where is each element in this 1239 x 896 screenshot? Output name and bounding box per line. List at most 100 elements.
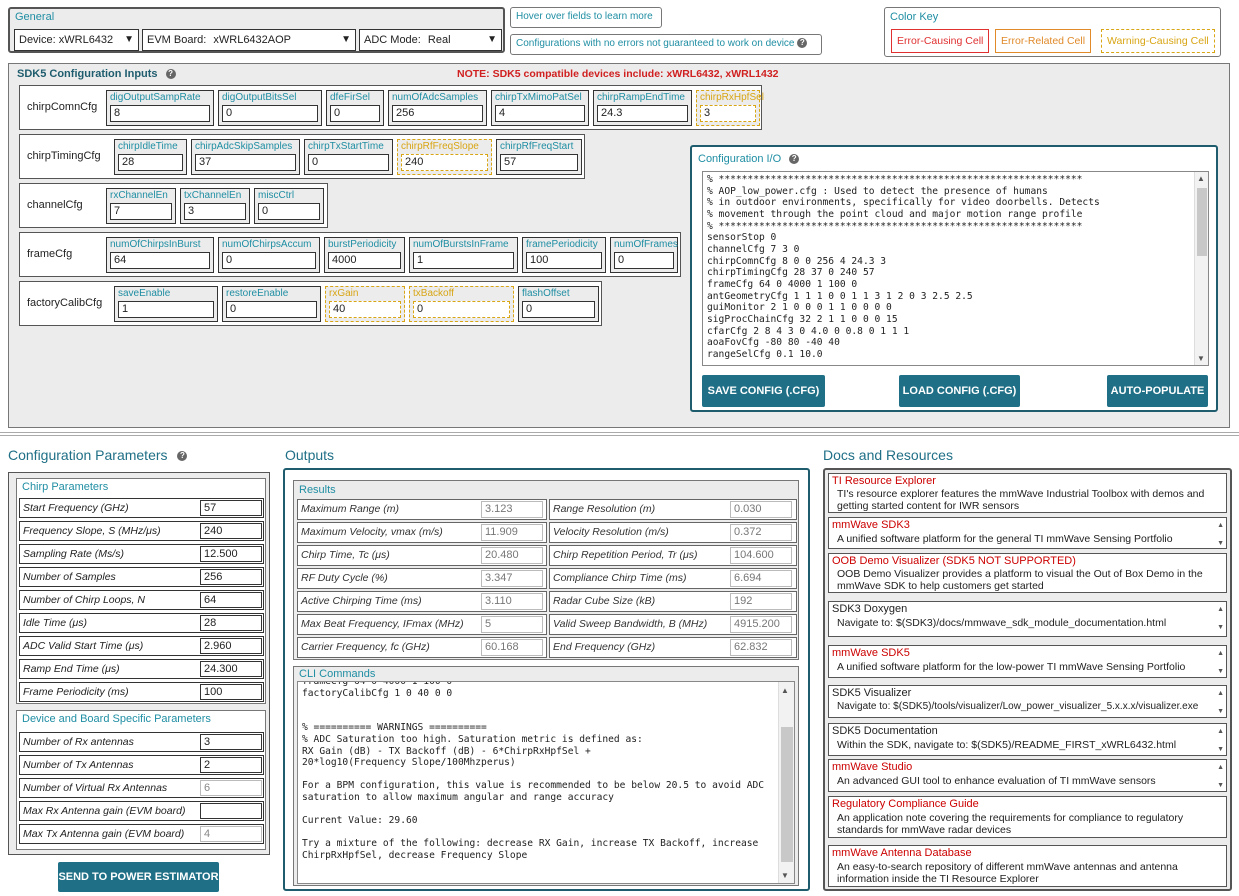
field-chirprffreqslope[interactable]: chirpRfFreqSlope 240 xyxy=(397,139,492,175)
param-input[interactable]: 12.500 xyxy=(200,546,262,562)
doc-title-link[interactable]: OOB Demo Visualizer (SDK5 NOT SUPPORTED) xyxy=(832,555,1076,567)
field-saveenable[interactable]: saveEnable 1 xyxy=(114,286,218,322)
field-numofadcsamples[interactable]: numOfAdcSamples 256 xyxy=(388,90,487,126)
scroll-arrows-icon[interactable]: ▲ ▼ xyxy=(1217,521,1224,548)
doc-item-sdk5-visualizer[interactable]: SDK5 Visualizer Navigate to: $(SDK5)/too… xyxy=(828,685,1227,718)
send-power-estimator-button[interactable]: SEND TO POWER ESTIMATOR xyxy=(58,862,219,892)
save-config-button[interactable]: SAVE CONFIG (.CFG) xyxy=(702,375,825,407)
field-input[interactable]: 0 xyxy=(614,252,674,269)
doc-title-link[interactable]: SDK5 Visualizer xyxy=(832,687,911,699)
field-input[interactable]: 0 xyxy=(308,154,389,171)
param-input[interactable]: 240 xyxy=(200,523,262,539)
help-icon[interactable]: ? xyxy=(177,451,188,462)
field-chirprampendtime[interactable]: chirpRampEndTime 24.3 xyxy=(593,90,692,126)
help-icon[interactable]: ? xyxy=(165,69,176,80)
field-digoutputbitssel[interactable]: digOutputBitsSel 0 xyxy=(218,90,322,126)
field-input[interactable]: 0 xyxy=(522,301,595,318)
doc-item-antenna-database[interactable]: mmWave Antenna Database An easy-to-searc… xyxy=(828,845,1227,887)
field-input[interactable]: 0 xyxy=(226,301,317,318)
param-input[interactable]: 57 xyxy=(200,500,262,516)
param-input[interactable]: 3 xyxy=(200,734,262,750)
param-input[interactable] xyxy=(200,803,262,819)
field-chirprxhpfsel[interactable]: chirpRxHpfSel 3 xyxy=(696,90,764,126)
param-input[interactable]: 24.300 xyxy=(200,661,262,677)
field-numofframes[interactable]: numOfFrames 0 xyxy=(610,237,678,273)
param-input[interactable]: 2 xyxy=(200,757,262,773)
field-rxchannelen[interactable]: rxChannelEn 7 xyxy=(106,188,176,224)
field-input[interactable]: 1 xyxy=(413,252,514,269)
field-numofburstsinframe[interactable]: numOfBurstsInFrame 1 xyxy=(409,237,518,273)
scroll-up-icon[interactable]: ▲ xyxy=(1197,174,1205,183)
scroll-up-icon[interactable]: ▲ xyxy=(781,686,789,695)
field-miscctrl[interactable]: miscCtrl 0 xyxy=(254,188,324,224)
field-chirpidletime[interactable]: chirpIdleTime 28 xyxy=(114,139,187,175)
field-input[interactable]: 0 xyxy=(330,105,380,122)
help-icon[interactable]: ? xyxy=(789,154,800,165)
field-chirpadcskipsamples[interactable]: chirpAdcSkipSamples 37 xyxy=(191,139,300,175)
field-input[interactable]: 24.3 xyxy=(597,105,688,122)
field-input[interactable]: 100 xyxy=(526,252,602,269)
field-input[interactable]: 3 xyxy=(700,105,756,122)
doc-item-sdk5[interactable]: mmWave SDK5 A unified software platform … xyxy=(828,645,1227,678)
device-select[interactable]: Device: xWRL6432 ▼ xyxy=(14,29,139,51)
scroll-thumb[interactable] xyxy=(781,727,793,862)
field-numofchirpsaccum[interactable]: numOfChirpsAccum 0 xyxy=(218,237,320,273)
auto-populate-button[interactable]: AUTO-POPULATE xyxy=(1107,375,1208,407)
scrollbar[interactable]: ▲ ▼ xyxy=(778,682,794,883)
field-digoutputsamprate[interactable]: digOutputSampRate 8 xyxy=(106,90,214,126)
field-numofchirpsinburst[interactable]: numOfChirpsInBurst 64 xyxy=(106,237,214,273)
field-input[interactable]: 64 xyxy=(110,252,210,269)
doc-item-sdk3[interactable]: mmWave SDK3 A unified software platform … xyxy=(828,517,1227,549)
doc-item-ti-resource-explorer[interactable]: TI Resource Explorer TI's resource explo… xyxy=(828,473,1227,513)
field-restoreenable[interactable]: restoreEnable 0 xyxy=(222,286,321,322)
doc-item-sdk3-doxygen[interactable]: SDK3 Doxygen Navigate to: $(SDK3)/docs/m… xyxy=(828,601,1227,637)
evm-board-select[interactable]: EVM Board: xWRL6432AOP ▼ xyxy=(142,29,356,51)
field-input[interactable]: 4000 xyxy=(328,252,401,269)
param-input[interactable]: 64 xyxy=(200,592,262,608)
field-chirptxmimopatsel[interactable]: chirpTxMimoPatSel 4 xyxy=(491,90,589,126)
field-input[interactable]: 0 xyxy=(258,203,320,220)
field-flashoffset[interactable]: flashOffset 0 xyxy=(518,286,599,322)
doc-title-link[interactable]: mmWave Studio xyxy=(832,761,912,773)
scroll-down-icon[interactable]: ▼ xyxy=(781,871,789,880)
field-input[interactable]: 57 xyxy=(500,154,578,171)
adc-mode-select[interactable]: ADC Mode: Real ▼ xyxy=(359,29,502,51)
field-frameperiodicity[interactable]: framePeriodicity 100 xyxy=(522,237,606,273)
doc-item-sdk5-documentation[interactable]: SDK5 Documentation Within the SDK, navig… xyxy=(828,723,1227,756)
doc-title-link[interactable]: mmWave Antenna Database xyxy=(832,847,972,859)
scrollbar[interactable]: ▲ ▼ xyxy=(1194,172,1208,365)
field-rxgain[interactable]: rxGain 40 xyxy=(325,286,405,322)
field-input[interactable]: 1 xyxy=(118,301,214,318)
param-input[interactable]: 256 xyxy=(200,569,262,585)
doc-title-link[interactable]: Regulatory Compliance Guide xyxy=(832,798,979,810)
field-input[interactable]: 8 xyxy=(110,105,210,122)
scroll-thumb[interactable] xyxy=(1197,188,1207,256)
doc-title-link[interactable]: TI Resource Explorer xyxy=(832,475,936,487)
field-input[interactable]: 3 xyxy=(184,203,246,220)
doc-title-link[interactable]: mmWave SDK3 xyxy=(832,519,910,531)
scroll-down-icon[interactable]: ▼ xyxy=(1197,354,1205,363)
field-input[interactable]: 256 xyxy=(392,105,483,122)
doc-item-oob-visualizer[interactable]: OOB Demo Visualizer (SDK5 NOT SUPPORTED)… xyxy=(828,553,1227,593)
field-input[interactable]: 0 xyxy=(413,301,510,318)
doc-title-link[interactable]: SDK5 Documentation xyxy=(832,725,938,737)
field-input[interactable]: 0 xyxy=(222,105,318,122)
field-input[interactable]: 40 xyxy=(329,301,401,318)
doc-item-mmwave-studio[interactable]: mmWave Studio An advanced GUI tool to en… xyxy=(828,759,1227,792)
help-icon[interactable]: ? xyxy=(797,38,808,49)
param-input[interactable]: 2.960 xyxy=(200,638,262,654)
doc-item-regulatory-guide[interactable]: Regulatory Compliance Guide An applicati… xyxy=(828,796,1227,838)
field-txchannelen[interactable]: txChannelEn 3 xyxy=(180,188,250,224)
field-input[interactable]: 37 xyxy=(195,154,296,171)
field-input[interactable]: 28 xyxy=(118,154,183,171)
field-txbackoff[interactable]: txBackoff 0 xyxy=(409,286,514,322)
field-burstperiodicity[interactable]: burstPeriodicity 4000 xyxy=(324,237,405,273)
scroll-arrows-icon[interactable]: ▲ ▼ xyxy=(1217,727,1224,754)
param-input[interactable]: 28 xyxy=(200,615,262,631)
scroll-arrows-icon[interactable]: ▲ ▼ xyxy=(1217,649,1224,676)
scroll-arrows-icon[interactable]: ▲ ▼ xyxy=(1217,763,1224,790)
field-chirprffreqstart[interactable]: chirpRfFreqStart 57 xyxy=(496,139,582,175)
scroll-arrows-icon[interactable]: ▲ ▼ xyxy=(1217,689,1224,716)
field-input[interactable]: 4 xyxy=(495,105,585,122)
scroll-arrows-icon[interactable]: ▲ ▼ xyxy=(1217,605,1224,632)
